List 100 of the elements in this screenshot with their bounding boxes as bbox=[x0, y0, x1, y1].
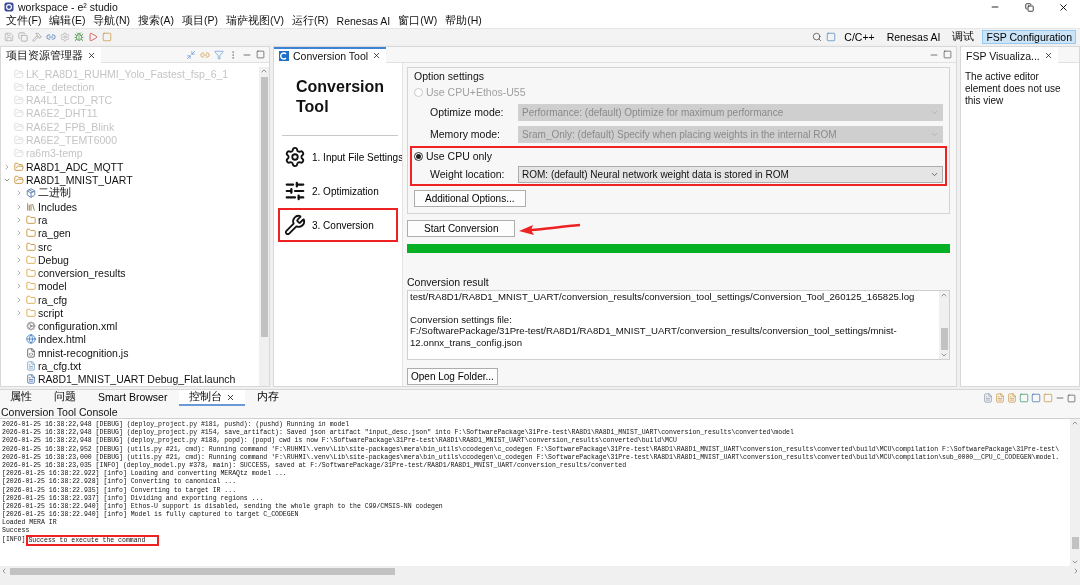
panel-tab[interactable]: 属性 bbox=[0, 390, 42, 406]
tool-title: Conversion Tool bbox=[295, 77, 385, 117]
project-icon bbox=[14, 174, 24, 185]
tree-item[interactable]: ra bbox=[1, 213, 259, 227]
menu-item[interactable]: 项目(P) bbox=[178, 14, 222, 28]
link-icon[interactable] bbox=[200, 49, 210, 60]
view-tab[interactable]: FSP Visualiza... bbox=[961, 46, 1058, 63]
editor-tab[interactable]: Conversion Tool bbox=[274, 46, 387, 63]
tree-item[interactable]: Includes bbox=[1, 200, 259, 214]
explorer-tab[interactable]: 项目资源管理器 bbox=[1, 46, 101, 63]
panel-tab[interactable]: Smart Browser bbox=[88, 390, 178, 406]
folder-icon bbox=[26, 294, 36, 305]
tree-item[interactable]: src bbox=[1, 239, 259, 254]
close-icon[interactable] bbox=[1043, 51, 1053, 60]
tree-item[interactable]: RA8D1_MNIST_UART Debug_Flat.launch bbox=[1, 372, 259, 386]
tree-item[interactable]: script bbox=[1, 306, 259, 320]
maximize-icon[interactable] bbox=[256, 50, 265, 59]
tree-item[interactable]: RA8D1_MNIST_UART bbox=[1, 173, 259, 187]
folder-icon bbox=[26, 281, 36, 292]
scroll-up-icon[interactable] bbox=[1071, 419, 1079, 427]
tree-item[interactable]: configuration.xml bbox=[1, 319, 259, 333]
menu-item[interactable]: 窗口(W) bbox=[394, 14, 442, 28]
scrollbar[interactable] bbox=[259, 67, 269, 386]
binaries-icon bbox=[26, 188, 36, 199]
scrollbar[interactable] bbox=[1070, 419, 1080, 566]
save-icon[interactable] bbox=[4, 31, 14, 42]
scroll-thumb[interactable] bbox=[10, 567, 395, 575]
tree-item[interactable]: model bbox=[1, 279, 259, 293]
tool-icon bbox=[279, 50, 289, 61]
scrollbar[interactable] bbox=[939, 291, 949, 359]
menu-item[interactable]: 搜索(A) bbox=[134, 14, 178, 28]
gear-icon bbox=[26, 321, 36, 332]
launch-file-icon bbox=[26, 374, 36, 385]
menu-item[interactable]: 导航(N) bbox=[89, 14, 134, 28]
field-label: Memory mode: bbox=[430, 128, 502, 140]
open-log-folder-button[interactable]: Open Log Folder... bbox=[407, 368, 498, 385]
step-tab[interactable]: 2. Optimization bbox=[278, 174, 398, 208]
tree-item[interactable]: ra_cfg bbox=[1, 293, 259, 307]
bug-icon[interactable] bbox=[74, 31, 84, 42]
tree-item[interactable]: mnist-recognition.js bbox=[1, 346, 259, 360]
radio-button[interactable]: Use CPU only bbox=[414, 148, 943, 164]
search-icon[interactable] bbox=[812, 31, 823, 42]
tree-item[interactable]: index.html bbox=[1, 332, 259, 347]
panel-tab[interactable]: 控制台 bbox=[179, 390, 246, 406]
source-folder-icon bbox=[26, 241, 36, 252]
tree-item[interactable]: conversion_results bbox=[1, 266, 259, 280]
hammer-icon[interactable] bbox=[32, 31, 42, 42]
tree-item[interactable]: 二进制 bbox=[1, 186, 259, 201]
close-icon[interactable] bbox=[372, 51, 382, 60]
result-label: Conversion result bbox=[407, 276, 490, 288]
additional-options-button[interactable]: Additional Options... bbox=[414, 190, 526, 207]
group-title: Option settings bbox=[414, 70, 486, 82]
maximize-icon[interactable] bbox=[943, 50, 952, 59]
menu-item[interactable]: 运行(R) bbox=[288, 14, 333, 28]
script-file-icon bbox=[26, 347, 36, 358]
menu-item[interactable]: 瑞萨视图(V) bbox=[222, 14, 288, 28]
step-tab[interactable]: 3. Conversion bbox=[278, 208, 398, 242]
run-icon[interactable] bbox=[88, 31, 98, 42]
collapse-icon[interactable] bbox=[186, 49, 196, 60]
scroll-left-icon[interactable] bbox=[0, 567, 8, 575]
menu-item[interactable]: Renesas AI bbox=[332, 15, 395, 27]
wrench-icon bbox=[284, 214, 306, 236]
menu-item[interactable]: 帮助(H) bbox=[441, 14, 486, 28]
tree-item[interactable]: ra_gen bbox=[1, 226, 259, 240]
maximize-icon[interactable] bbox=[1067, 393, 1076, 403]
view-message: The active editor element does not use this view bbox=[964, 70, 1062, 108]
perspective-button[interactable]: Renesas AI bbox=[882, 29, 945, 44]
scroll-up-icon[interactable] bbox=[940, 291, 948, 299]
scroll-up-icon[interactable] bbox=[260, 67, 268, 75]
scroll-thumb[interactable] bbox=[940, 328, 948, 350]
result-text: 12.onnx_trans_config.json bbox=[410, 336, 523, 348]
restore-icon bbox=[1024, 2, 1034, 12]
project-icon bbox=[14, 81, 24, 92]
sliders-icon bbox=[284, 180, 306, 202]
console-title: Conversion Tool Console bbox=[0, 406, 1080, 419]
close-icon[interactable] bbox=[87, 51, 96, 60]
project-icon bbox=[14, 108, 24, 119]
horizontal-scrollbar[interactable] bbox=[0, 566, 1080, 576]
close-icon[interactable] bbox=[226, 392, 236, 402]
project-icon bbox=[14, 135, 24, 146]
scroll-down-icon[interactable] bbox=[1071, 558, 1079, 566]
panel-tab[interactable]: 问题 bbox=[44, 390, 86, 406]
gear-icon[interactable] bbox=[60, 31, 70, 42]
panel-tab[interactable]: 内存 bbox=[247, 390, 290, 406]
scroll-thumb[interactable] bbox=[1071, 536, 1079, 549]
perspective-button[interactable]: 调试 bbox=[948, 29, 979, 44]
scroll-down-icon[interactable] bbox=[940, 351, 948, 359]
filter-icon[interactable] bbox=[214, 49, 224, 60]
tree-item[interactable]: Debug bbox=[1, 253, 259, 267]
perspective-button[interactable]: C/C++ bbox=[840, 29, 879, 44]
menu-item[interactable]: 编辑(E) bbox=[45, 14, 90, 28]
tree-item[interactable]: RA8D1_ADC_MQTT bbox=[1, 159, 259, 174]
start-conversion-button[interactable]: Start Conversion bbox=[407, 220, 516, 237]
project-icon bbox=[14, 68, 24, 79]
tree-item[interactable]: ra_cfg.txt bbox=[1, 359, 259, 373]
dropdown[interactable]: ROM: (default) Neural network weight data is stored in ROM bbox=[518, 165, 943, 183]
menu-item[interactable]: 文件(F) bbox=[2, 14, 46, 28]
scroll-thumb[interactable] bbox=[260, 77, 268, 337]
perspective-button[interactable]: FSP Configuration bbox=[982, 29, 1076, 44]
scroll-right-icon[interactable] bbox=[1072, 567, 1080, 575]
